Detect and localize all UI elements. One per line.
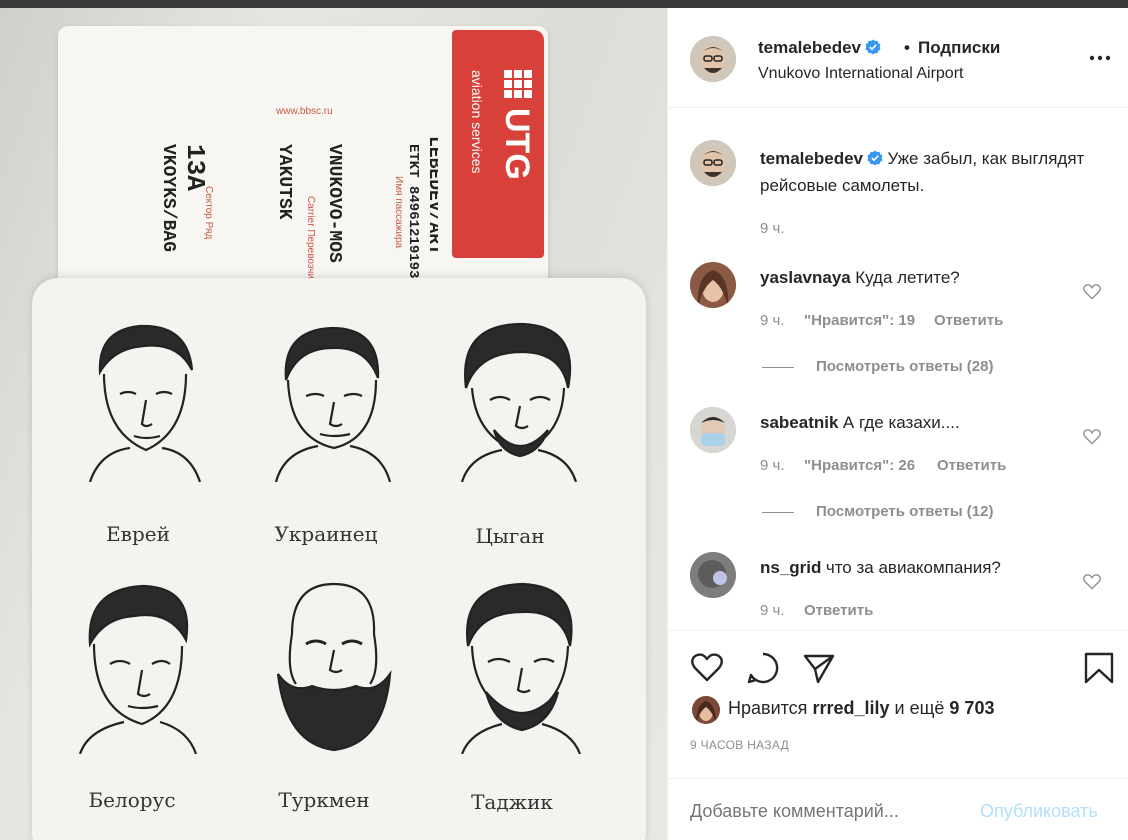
reply-button[interactable]: Ответить (934, 312, 1003, 329)
top-strip-icons (998, 0, 1118, 8)
more-icon[interactable] (1088, 54, 1112, 62)
comment-time[interactable]: 9 ч. (760, 312, 785, 329)
ticket-seat: 13A (180, 144, 210, 191)
reply-button-label[interactable]: Ответить (934, 312, 1003, 329)
comment-time[interactable]: 9 ч. (760, 457, 785, 474)
comment-username[interactable]: sabeatnik (760, 413, 838, 432)
ticket-carrier-caption: Carrier Перевозчик (305, 196, 316, 284)
bookmark-icon[interactable] (1082, 651, 1116, 685)
verified-icon (865, 39, 881, 55)
comment-username[interactable]: yaslavnaya (760, 268, 851, 287)
comment-likes[interactable]: "Нравится": 26 (804, 457, 915, 474)
likes-summary: Нравится rrred_lily и ещё 9 703 (728, 698, 994, 719)
heart-icon[interactable] (690, 651, 724, 685)
comment-input[interactable] (690, 801, 970, 822)
view-replies[interactable]: Посмотреть ответы (12) (762, 503, 993, 520)
comment-item: sabeatnik А где казахи.... 9 ч. "Нравитс… (668, 407, 1128, 527)
reply-button-label[interactable]: Ответить (937, 457, 1006, 474)
likes-suffix: и ещё (894, 698, 945, 718)
likes-prefix: Нравится (728, 698, 808, 718)
author-username[interactable]: temalebedev (758, 38, 881, 58)
author-username-text[interactable]: temalebedev (758, 38, 861, 57)
replies-line (762, 511, 794, 513)
comment-body: yaslavnaya Куда летите? (760, 268, 1080, 288)
view-replies[interactable]: Посмотреть ответы (28) (762, 358, 993, 375)
comment-text: А где казахи.... (842, 413, 960, 432)
face-label: Еврей (106, 522, 170, 546)
likes-count[interactable]: 9 703 (949, 698, 994, 718)
comment-text: что за авиакомпания? (825, 558, 1001, 577)
publish-button[interactable]: Опубликовать (980, 801, 1098, 822)
face-drawing (256, 574, 406, 752)
face-label: Туркмен (278, 788, 370, 812)
face-drawing (258, 312, 408, 482)
view-replies-label[interactable]: Посмотреть ответы (28) (816, 358, 993, 375)
comment-likes-text[interactable]: "Нравится": 26 (804, 457, 915, 474)
caption-time[interactable]: 9 ч. (760, 220, 785, 237)
comment-time[interactable]: 9 ч. (760, 602, 785, 619)
commenter-avatar[interactable] (690, 407, 736, 453)
face-label: Цыган (475, 524, 545, 548)
post-photo: VKOYKS/BAG 13A YAKUTSK VNUKOVO-MOS ETKT … (0, 8, 667, 840)
share-icon[interactable] (802, 651, 836, 685)
caption-avatar[interactable] (690, 140, 736, 186)
browser-top-strip (0, 0, 1128, 8)
post-header: temalebedev • Подписки Vnukovo Internati… (668, 8, 1128, 108)
comment-icon[interactable] (746, 651, 780, 685)
face-label: Украинец (274, 522, 378, 546)
caption-username[interactable]: temalebedev (760, 149, 863, 168)
comment-body: sabeatnik А где казахи.... (760, 413, 1080, 433)
face-label: Таджик (471, 790, 553, 814)
comment-username[interactable]: ns_grid (760, 558, 821, 577)
comment-body: ns_grid что за авиакомпания? (760, 558, 1080, 578)
heart-icon[interactable] (1082, 572, 1102, 592)
likes-user[interactable]: rrred_lily (812, 698, 889, 718)
face-drawing (64, 574, 214, 754)
post-side-panel: temalebedev • Подписки Vnukovo Internati… (667, 8, 1128, 840)
comment-likes[interactable]: "Нравится": 19 (804, 312, 915, 329)
heart-icon[interactable] (1082, 282, 1102, 302)
comment-item: yaslavnaya Куда летите? 9 ч. "Нравится":… (668, 262, 1128, 382)
ticket-etkt: ETKT 849612191934 (405, 144, 421, 287)
post-timestamp[interactable]: 9 ЧАСОВ НАЗАД (690, 738, 789, 752)
ticket-bag: VKOYKS/BAG (158, 144, 178, 252)
face-drawing (446, 574, 596, 754)
ticket-site: www.bbsc.ru (275, 106, 333, 117)
comment-likes-text[interactable]: "Нравится": 19 (804, 312, 915, 329)
face-drawing (444, 312, 594, 482)
utg-brand-band: UTG aviation services (452, 30, 544, 258)
ticket-from: VNUKOVO-MOS (324, 144, 344, 263)
replies-line (762, 366, 794, 368)
reply-button[interactable]: Ответить (937, 457, 1006, 474)
utg-logo: UTG (498, 108, 536, 180)
face-label: Белорус (88, 788, 176, 812)
reply-button[interactable]: Ответить (804, 602, 873, 619)
ticket-passenger: LEBEDEV/ART (424, 136, 438, 255)
liker-avatar[interactable] (692, 696, 720, 724)
comment-item: ns_grid что за авиакомпания? 9 ч. Ответи… (668, 552, 1128, 628)
commenter-avatar[interactable] (690, 552, 736, 598)
following-button[interactable]: Подписки (918, 38, 1000, 58)
face-drawing (70, 312, 220, 482)
post-caption: temalebedev Уже забыл, как выглядят рейс… (668, 138, 1128, 238)
caption-body: temalebedev Уже забыл, как выглядят рейс… (760, 146, 1100, 200)
boarding-pass-text: VKOYKS/BAG 13A YAKUTSK VNUKOVO-MOS ETKT … (148, 136, 438, 296)
heart-icon[interactable] (1082, 427, 1102, 447)
author-avatar[interactable] (690, 36, 736, 82)
reply-button-label[interactable]: Ответить (804, 602, 873, 619)
utg-subtitle: aviation services (469, 70, 485, 174)
ticket-passenger-caption: Имя пассажира (393, 176, 404, 249)
view-replies-label[interactable]: Посмотреть ответы (12) (816, 503, 993, 520)
ticket-seat-caption: Сектор Ряд (203, 186, 214, 239)
add-comment-bar: Опубликовать (668, 778, 1128, 840)
ticket-to: YAKUTSK (274, 144, 294, 220)
header-separator: • (904, 38, 910, 57)
post-location[interactable]: Vnukovo International Airport (758, 65, 963, 83)
verified-icon (867, 150, 883, 166)
commenter-avatar[interactable] (690, 262, 736, 308)
comment-text: Куда летите? (855, 268, 960, 287)
